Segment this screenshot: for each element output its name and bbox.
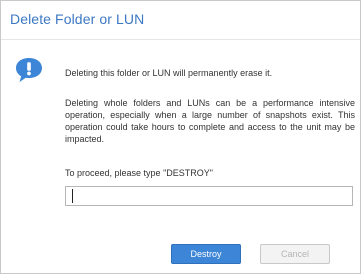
performance-warning: Deleting whole folders and LUNs can be a… bbox=[65, 98, 355, 144]
confirm-input[interactable] bbox=[65, 186, 353, 206]
dialog-title: Delete Folder or LUN bbox=[10, 11, 145, 27]
warning-message: Deleting this folder or LUN will permane… bbox=[65, 68, 273, 78]
destroy-button[interactable]: Destroy bbox=[171, 244, 241, 264]
confirm-prompt: To proceed, please type "DESTROY" bbox=[65, 168, 213, 178]
delete-folder-dialog: Delete Folder or LUN Deleting this folde… bbox=[0, 0, 361, 274]
text-caret bbox=[72, 189, 73, 203]
title-divider bbox=[1, 39, 360, 40]
cancel-button[interactable]: Cancel bbox=[260, 244, 330, 264]
info-icon bbox=[14, 56, 44, 84]
